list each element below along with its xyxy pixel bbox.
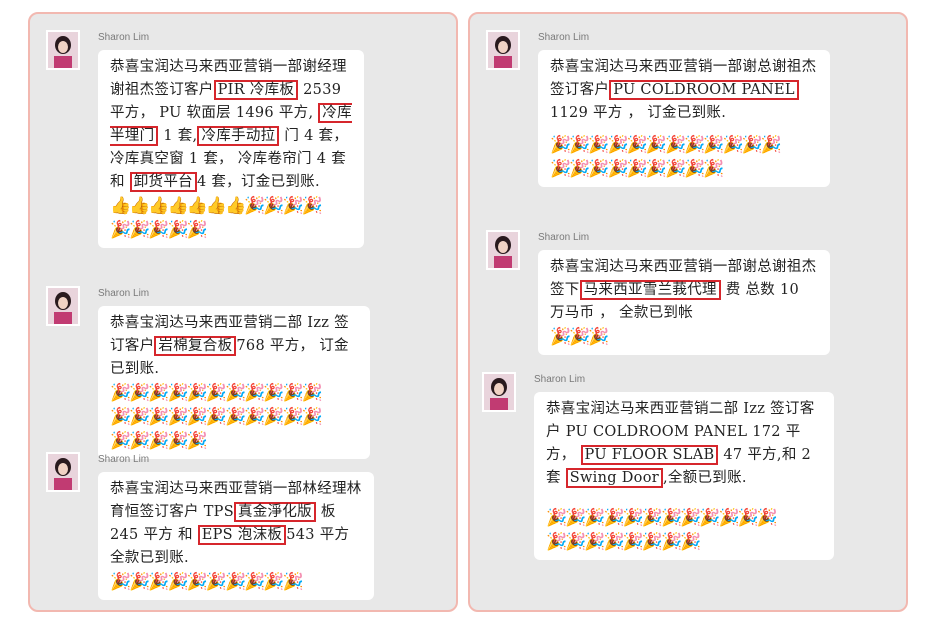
party-popper-icon: 🎉🎉🎉🎉 (244, 196, 323, 216)
message-bubble[interactable]: 恭喜宝润达马来西亚营销一部谢总谢祖杰签订客户 PU COLDROOM PANEL … (538, 50, 830, 187)
party-popper-icon: 🎉🎉🎉🎉🎉🎉🎉🎉🎉🎉🎉 (110, 407, 323, 427)
highlight-product: 真金淨化版 (233, 502, 316, 522)
party-popper-icon: 🎉🎉🎉 (550, 327, 609, 347)
emoji-row: 👍👍👍👍👍👍👍🎉🎉🎉🎉 (110, 194, 352, 218)
avatar[interactable] (46, 452, 80, 492)
emoji-row: 🎉🎉🎉 (550, 325, 818, 349)
avatar[interactable] (486, 30, 520, 70)
emoji-row: 🎉🎉🎉🎉🎉🎉🎉🎉🎉🎉🎉🎉 (546, 506, 822, 530)
party-popper-icon: 🎉🎉🎉🎉🎉🎉🎉🎉🎉🎉🎉 (110, 383, 323, 403)
avatar[interactable] (482, 372, 516, 412)
highlight-product: 冷库手动拉 (197, 126, 280, 146)
message-bubble[interactable]: 恭喜宝润达马来西亚营销二部 Izz 签订客户 PU COLDROOM PANEL… (534, 392, 834, 560)
message-text: 恭喜宝润达马来西亚营销一部谢总谢祖杰签下 马来西亚雪兰莪代理 费 总数 10 万马… (550, 259, 817, 321)
chat-panel-left: Sharon Lim 恭喜宝润达马来西亚营销一部谢经理谢祖杰签订客户 PIR 冷库… (28, 12, 458, 612)
party-popper-icon: 🎉🎉🎉🎉🎉🎉🎉🎉🎉 (550, 159, 725, 179)
sender-name: Sharon Lim (538, 232, 590, 243)
emoji-row: 🎉🎉🎉🎉🎉🎉🎉🎉🎉🎉🎉 (110, 381, 358, 405)
message-bubble[interactable]: 恭喜宝润达马来西亚营销一部谢总谢祖杰签下 马来西亚雪兰莪代理 费 总数 10 万马… (538, 250, 830, 355)
message-bubble[interactable]: 恭喜宝润达马来西亚营销二部 Izz 签订客户 岩棉复合板 768 平方， 订金已到账… (98, 306, 370, 459)
party-popper-icon: 🎉🎉🎉🎉🎉🎉🎉🎉🎉🎉 (110, 572, 304, 592)
highlight-product: 马来西亚雪兰莪代理 (579, 280, 721, 300)
highlight-product: PU FLOOR SLAB (580, 445, 719, 465)
message-text: 恭喜宝润达马来西亚营销一部谢经理谢祖杰签订客户 PIR 冷库板 2539 平方， … (110, 59, 352, 192)
message-text: 恭喜宝润达马来西亚营销一部谢总谢祖杰签订客户 PU COLDROOM PANEL … (550, 59, 817, 121)
highlight-product: PU COLDROOM PANEL (609, 80, 799, 100)
avatar[interactable] (46, 286, 80, 326)
highlight-product: 卸货平台 (129, 172, 197, 192)
message-bubble[interactable]: 恭喜宝润达马来西亚营销一部谢经理谢祖杰签订客户 PIR 冷库板 2539 平方， … (98, 50, 364, 248)
highlight-product: EPS 泡沫板 (197, 525, 287, 545)
party-popper-icon: 🎉🎉🎉🎉🎉🎉🎉🎉🎉🎉🎉🎉 (550, 135, 782, 155)
highlight-product: PIR 冷库板 (213, 80, 299, 100)
message-bubble[interactable]: 恭喜宝润达马来西亚营销一部林经理林育恒签订客户 TPS 真金淨化版 板 245 平… (98, 472, 374, 600)
message-text: 恭喜宝润达马来西亚营销二部 Izz 签订客户 岩棉复合板 768 平方， 订金已到账… (110, 315, 349, 377)
party-popper-icon: 🎉🎉🎉🎉🎉🎉🎉🎉🎉🎉🎉🎉 (546, 508, 778, 528)
emoji-row: 🎉🎉🎉🎉🎉🎉🎉🎉🎉🎉🎉 (110, 405, 358, 429)
party-popper-icon: 🎉🎉🎉🎉🎉 (110, 220, 208, 240)
sender-name: Sharon Lim (534, 374, 586, 385)
emoji-row: 🎉🎉🎉🎉🎉🎉🎉🎉🎉🎉 (110, 570, 362, 594)
party-popper-icon: 🎉🎉🎉🎉🎉 (110, 431, 208, 451)
avatar[interactable] (46, 30, 80, 70)
emoji-row: 🎉🎉🎉🎉🎉 (110, 218, 352, 242)
message-text: 恭喜宝润达马来西亚营销一部林经理林育恒签订客户 TPS 真金淨化版 板 245 平… (110, 481, 362, 566)
message-text: 恭喜宝润达马来西亚营销二部 Izz 签订客户 PU COLDROOM PANEL… (546, 401, 815, 488)
emoji-row: 🎉🎉🎉🎉🎉🎉🎉🎉🎉 (550, 157, 818, 181)
avatar[interactable] (486, 230, 520, 270)
emoji-row: 🎉🎉🎉🎉🎉 (110, 429, 358, 453)
sender-name: Sharon Lim (98, 32, 150, 43)
highlight-product: Swing Door (565, 468, 663, 488)
chat-panel-right: Sharon Lim 恭喜宝润达马来西亚营销一部谢总谢祖杰签订客户 PU COLD… (468, 12, 908, 612)
sender-name: Sharon Lim (538, 32, 590, 43)
thumbs-up-icon: 👍👍👍👍👍👍👍 (110, 196, 246, 216)
sender-name: Sharon Lim (98, 454, 150, 465)
emoji-row: 🎉🎉🎉🎉🎉🎉🎉🎉 (546, 530, 822, 554)
party-popper-icon: 🎉🎉🎉🎉🎉🎉🎉🎉 (546, 532, 701, 552)
emoji-row: 🎉🎉🎉🎉🎉🎉🎉🎉🎉🎉🎉🎉 (550, 133, 818, 157)
highlight-product: 岩棉复合板 (154, 336, 237, 356)
sender-name: Sharon Lim (98, 288, 150, 299)
